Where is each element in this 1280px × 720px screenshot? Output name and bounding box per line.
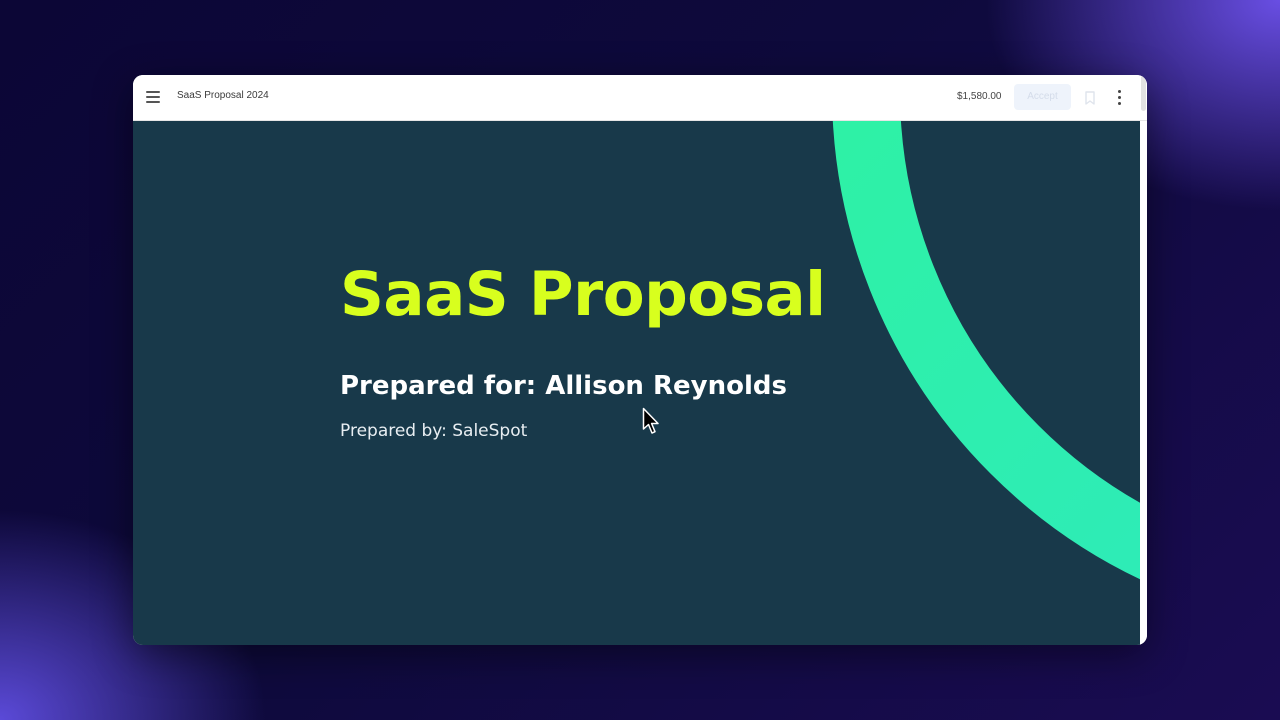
accept-button[interactable]: Accept xyxy=(1014,84,1071,110)
scrollbar-thumb[interactable] xyxy=(1141,75,1146,111)
vertical-dots-icon[interactable] xyxy=(1116,90,1122,106)
top-toolbar: SaaS Proposal 2024 $1,580.00 Accept xyxy=(133,75,1147,121)
cover-slide: SaaS Proposal Prepared for: Allison Reyn… xyxy=(133,121,1140,645)
hamburger-menu-icon[interactable] xyxy=(146,91,160,103)
scrollbar[interactable] xyxy=(1140,121,1147,645)
prepared-by-text: Prepared by: SaleSpot xyxy=(340,421,528,441)
proposal-window: SaaS Proposal 2024 $1,580.00 Accept SaaS… xyxy=(133,75,1147,645)
slide-title: SaaS Proposal xyxy=(340,259,826,330)
document-title: SaaS Proposal 2024 xyxy=(177,90,269,101)
proposal-price: $1,580.00 xyxy=(957,91,1002,102)
bookmark-icon[interactable] xyxy=(1084,90,1096,105)
prepared-for-text: Prepared for: Allison Reynolds xyxy=(340,371,787,401)
